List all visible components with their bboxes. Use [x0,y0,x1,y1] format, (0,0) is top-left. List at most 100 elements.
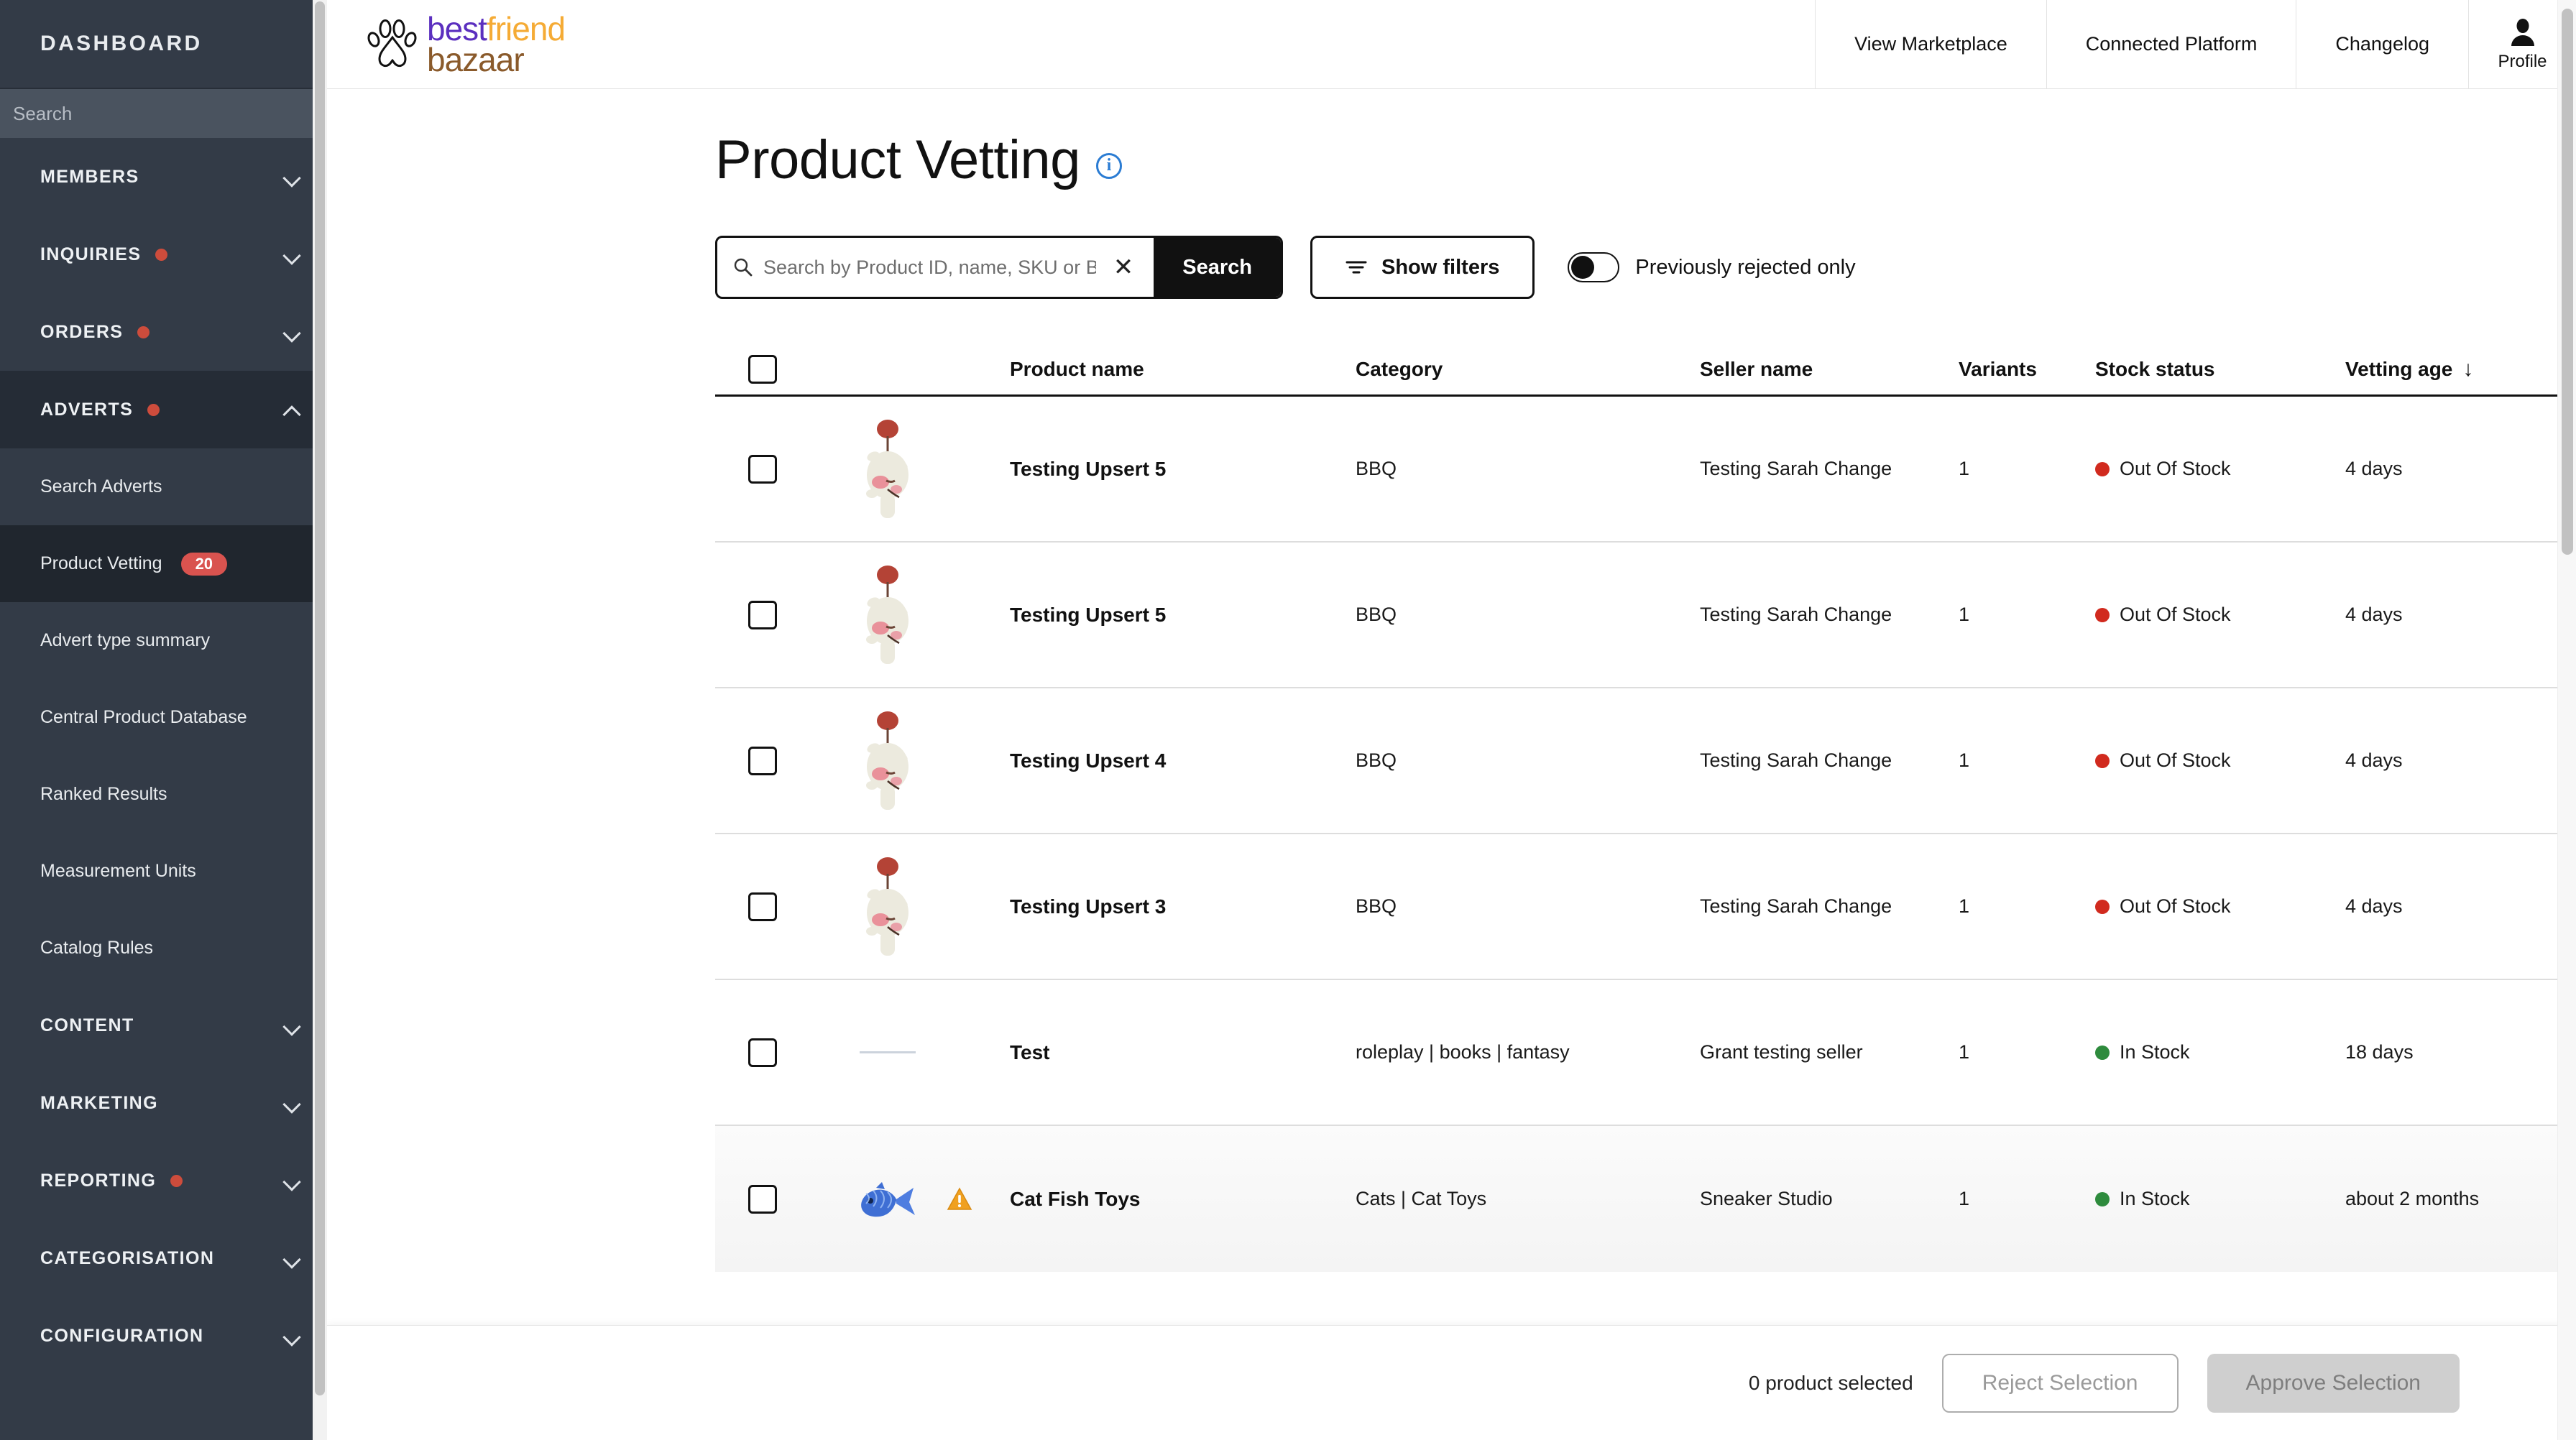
sidebar-item-label: Central Product Database [40,707,247,728]
row-checkbox[interactable] [748,455,777,484]
row-variants-cell: 1 [1959,604,2095,626]
sidebar-group-orders[interactable]: ORDERS [0,293,327,371]
table-row[interactable]: Testing Upsert 5BBQTesting Sarah Change1… [715,397,2576,543]
sidebar-group-inquiries[interactable]: INQUIRIES [0,216,327,293]
row-vetting-age-cell: 4 days [2345,458,2575,480]
sidebar-group-content[interactable]: CONTENT [0,987,327,1064]
sidebar-group-members[interactable]: MEMBERS [0,138,327,216]
main-scrollbar[interactable] [2557,0,2576,1440]
sidebar-group-reporting[interactable]: REPORTING [0,1142,327,1219]
approve-selection-button[interactable]: Approve Selection [2207,1354,2460,1413]
toggle-knob [1571,256,1594,279]
select-all-checkbox[interactable] [748,355,777,384]
sidebar-group-configuration[interactable]: CONFIGURATION [0,1297,327,1375]
sidebar-group-label: MEMBERS [40,167,139,188]
row-stock-cell: Out Of Stock [2095,749,2345,772]
row-checkbox[interactable] [748,1185,777,1214]
topnav-connected-platform[interactable]: Connected Platform [2046,0,2296,88]
sidebar-group-marketing[interactable]: MARKETING [0,1064,327,1142]
search-input[interactable] [763,257,1096,279]
sidebar-scrollbar-thumb[interactable] [315,1,325,1395]
sidebar-header: DASHBOARD [0,0,327,89]
stock-status-dot-icon [2095,754,2110,768]
topnav-view-marketplace[interactable]: View Marketplace [1815,0,2046,88]
column-header-product-name[interactable]: Product name [1010,358,1356,381]
previously-rejected-toggle[interactable] [1568,252,1619,282]
chevron-up-icon [284,402,300,417]
row-stock-label: Out Of Stock [2120,895,2231,918]
table-row[interactable]: Cat Fish ToysCats | Cat ToysSneaker Stud… [715,1126,2576,1272]
sidebar-item-search-adverts[interactable]: Search Adverts [0,448,327,525]
sidebar-group-label: INQUIRIES [40,244,141,265]
product-thumbnail-placeholder [855,1002,921,1103]
clear-search-icon[interactable]: ✕ [1106,255,1141,280]
table-row[interactable]: Testroleplay | books | fantasyGrant test… [715,980,2576,1126]
sidebar-group-label: ORDERS [40,322,123,343]
row-product-name-cell: Testing Upsert 5 [1010,458,1356,481]
row-product-name: Testing Upsert 4 [1010,749,1166,772]
table-row[interactable]: Testing Upsert 3BBQTesting Sarah Change1… [715,834,2576,980]
row-vetting-age-cell: 4 days [2345,749,2575,772]
row-variants: 1 [1959,895,1969,917]
info-icon[interactable]: i [1096,153,1122,179]
topnav-changelog[interactable]: Changelog [2296,0,2468,88]
row-vetting-age-cell: about 2 months [2345,1188,2575,1210]
sidebar-search[interactable] [0,89,327,138]
row-vetting-age: 18 days [2345,1041,2414,1063]
stock-status-dot-icon [2095,1046,2110,1060]
row-category-cell: BBQ [1356,458,1700,480]
notification-dot-icon [147,404,160,416]
sidebar-group-categorisation[interactable]: CATEGORISATION [0,1219,327,1297]
sidebar-item-measurement-units[interactable]: Measurement Units [0,833,327,910]
row-stock-status: In Stock [2095,1188,2345,1210]
row-category-cell: BBQ [1356,749,1700,772]
column-header-vetting-age[interactable]: Vetting age ↓ [2345,357,2575,382]
row-product-name: Cat Fish Toys [1010,1188,1141,1210]
sidebar-item-central-product-database[interactable]: Central Product Database [0,679,327,756]
sidebar-item-advert-type-summary[interactable]: Advert type summary [0,602,327,679]
row-stock-status: Out Of Stock [2095,749,2345,772]
row-vetting-age: 4 days [2345,458,2403,479]
row-select-cell [715,601,846,629]
table-row[interactable]: Testing Upsert 4BBQTesting Sarah Change1… [715,688,2576,834]
row-variants: 1 [1959,749,1969,771]
sidebar-scrollbar[interactable] [313,0,327,1440]
row-vetting-age-cell: 4 days [2345,604,2575,626]
product-thumbnail-image [855,419,921,520]
row-variants: 1 [1959,1188,1969,1209]
sidebar-item-ranked-results[interactable]: Ranked Results [0,756,327,833]
stock-status-dot-icon [2095,462,2110,476]
main-scrollbar-thumb[interactable] [2562,9,2573,555]
column-header-variants[interactable]: Variants [1959,358,2095,381]
user-icon [2507,17,2539,49]
show-filters-label: Show filters [1381,256,1499,280]
row-variants-cell: 1 [1959,1188,2095,1210]
row-product-name-cell: Testing Upsert 3 [1010,895,1356,918]
row-image-cell [846,857,1010,957]
row-seller-cell: Testing Sarah Change [1700,604,1959,626]
row-checkbox[interactable] [748,747,777,775]
column-header-stock-status[interactable]: Stock status [2095,358,2345,381]
brand-logo[interactable]: bestfriend bazaar [327,0,565,88]
row-vetting-age: 4 days [2345,604,2403,625]
row-image-cell [846,1149,1010,1250]
row-checkbox[interactable] [748,892,777,921]
previously-rejected-toggle-group: Previously rejected only [1568,252,1855,282]
table-row[interactable]: Testing Upsert 5BBQTesting Sarah Change1… [715,543,2576,688]
column-header-category[interactable]: Category [1356,358,1700,381]
row-checkbox[interactable] [748,601,777,629]
previously-rejected-label: Previously rejected only [1635,256,1855,280]
sidebar-search-input[interactable] [13,103,327,125]
sidebar-item-label: Product Vetting [40,553,162,574]
sidebar-item-catalog-rules[interactable]: Catalog Rules [0,910,327,987]
column-header-seller-name[interactable]: Seller name [1700,358,1959,381]
warning-icon [947,1187,972,1211]
row-product-name: Testing Upsert 3 [1010,895,1166,918]
chevron-down-icon [284,1095,300,1111]
sidebar-item-product-vetting[interactable]: Product Vetting20 [0,525,327,602]
show-filters-button[interactable]: Show filters [1310,236,1535,299]
row-checkbox[interactable] [748,1038,777,1067]
reject-selection-button[interactable]: Reject Selection [1942,1354,2179,1413]
sidebar-group-adverts[interactable]: ADVERTS [0,371,327,448]
search-button[interactable]: Search [1154,238,1281,297]
